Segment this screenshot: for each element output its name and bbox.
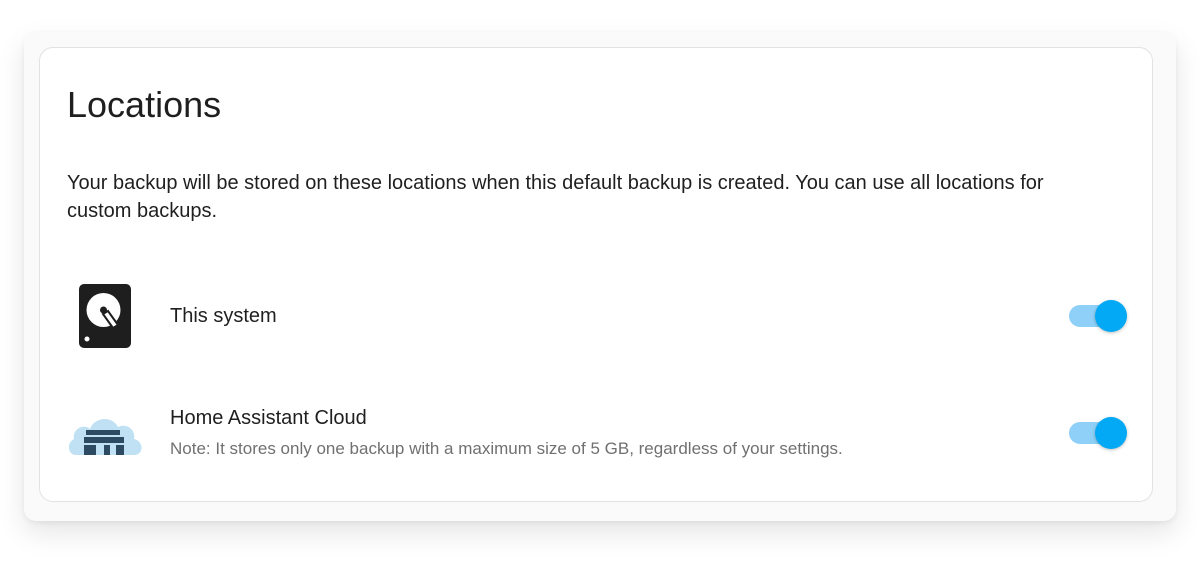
location-title: Home Assistant Cloud [170,407,367,429]
hard-drive-icon [66,276,146,356]
location-title: This system [170,305,277,327]
location-row-this-system: This system [40,276,1152,356]
toggle-knob [1095,417,1127,449]
toggle-knob [1095,300,1127,332]
cloud-icon [66,393,146,473]
location-note: Note: It stores only one backup with a m… [170,439,843,458]
location-row-home-assistant-cloud: Home Assistant Cloud Note: It stores onl… [40,393,1152,473]
section-title: Locations [67,84,222,125]
home-assistant-cloud-toggle[interactable] [1069,416,1129,450]
this-system-toggle[interactable] [1069,299,1129,333]
locations-card: Locations Your backup will be stored on … [39,47,1153,502]
section-description: Your backup will be stored on these loca… [67,172,1044,222]
